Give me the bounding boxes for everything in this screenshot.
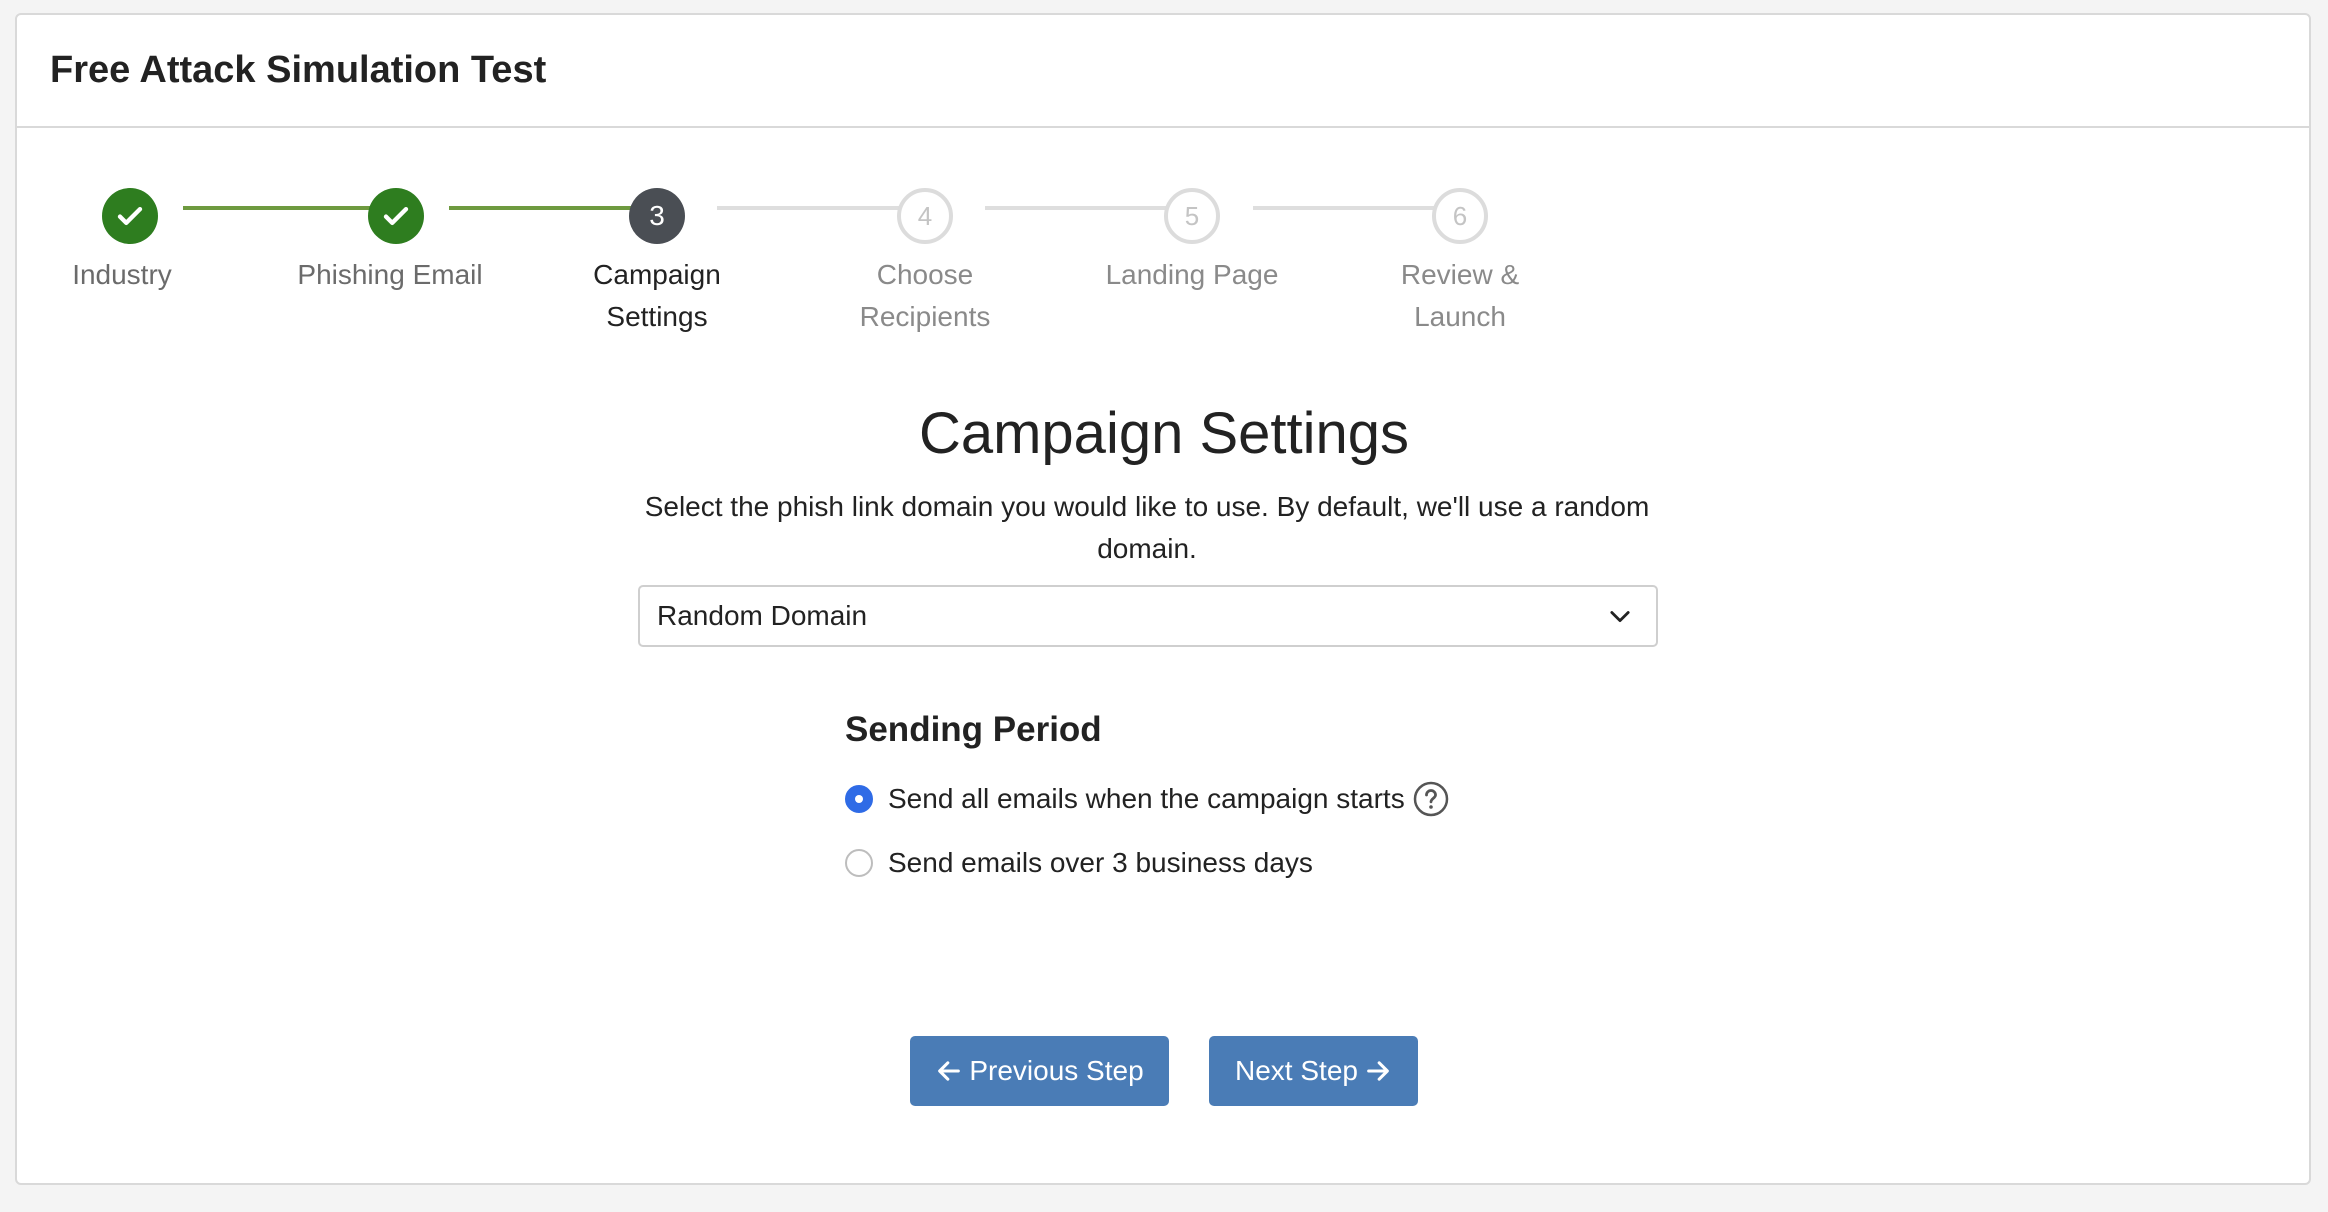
- domain-select[interactable]: Random Domain: [638, 585, 1658, 647]
- step-campaign-settings[interactable]: 3 Campaign Settings: [527, 188, 787, 338]
- check-icon: [117, 206, 143, 226]
- check-icon: [383, 206, 409, 226]
- sending-option-business-days[interactable]: Send emails over 3 business days: [845, 843, 1313, 883]
- step-phishing-email[interactable]: Phishing Email: [260, 188, 520, 296]
- page-title: Free Attack Simulation Test: [50, 49, 547, 91]
- step-1-circle: [102, 188, 158, 244]
- progress-stepper: Industry Phishing Email 3 Campaign Setti…: [17, 128, 2309, 332]
- step-industry[interactable]: Industry: [0, 188, 252, 296]
- step-5-circle: 5: [1164, 188, 1220, 244]
- step-5-label: Landing Page: [1105, 259, 1279, 290]
- card-header: Free Attack Simulation Test: [17, 15, 2309, 128]
- question-circle-icon[interactable]: [1413, 781, 1449, 817]
- section-title: Campaign Settings: [918, 401, 1410, 466]
- chevron-down-icon: [1610, 611, 1630, 623]
- step-6-circle: 6: [1432, 188, 1488, 244]
- step-landing-page[interactable]: 5 Landing Page: [1062, 188, 1322, 296]
- next-step-label: Next Step: [1235, 1055, 1358, 1086]
- radio-send-all[interactable]: [845, 785, 873, 813]
- section-description: Select the phish link domain you would l…: [644, 491, 1650, 564]
- step-review-launch[interactable]: 6 Review & Launch: [1330, 188, 1590, 338]
- radio-send-all-label[interactable]: Send all emails when the campaign starts: [888, 783, 1405, 815]
- domain-select-value: Random Domain: [657, 600, 868, 631]
- radio-send-over-days-label[interactable]: Send emails over 3 business days: [888, 847, 1313, 879]
- step-1-label: Industry: [72, 259, 172, 290]
- step-2-label: Phishing Email: [297, 259, 483, 290]
- radio-send-over-days[interactable]: [845, 849, 873, 877]
- previous-step-label: Previous Step: [969, 1055, 1144, 1086]
- step-3-circle: 3: [629, 188, 685, 244]
- step-4-label: Choose Recipients: [859, 259, 991, 332]
- step-3-label: Campaign Settings: [593, 259, 721, 332]
- arrow-right-icon: [1367, 1061, 1389, 1081]
- step-2-circle: [368, 188, 424, 244]
- next-step-button[interactable]: Next Step: [1209, 1036, 1418, 1106]
- sending-option-all-at-start[interactable]: Send all emails when the campaign starts: [845, 779, 1449, 819]
- sending-period-title: Sending Period: [845, 710, 1102, 749]
- step-6-label: Review & Launch: [1400, 259, 1520, 332]
- previous-step-button[interactable]: Previous Step: [910, 1036, 1169, 1106]
- step-choose-recipients[interactable]: 4 Choose Recipients: [795, 188, 1055, 338]
- step-4-circle: 4: [897, 188, 953, 244]
- arrow-left-icon: [938, 1061, 961, 1081]
